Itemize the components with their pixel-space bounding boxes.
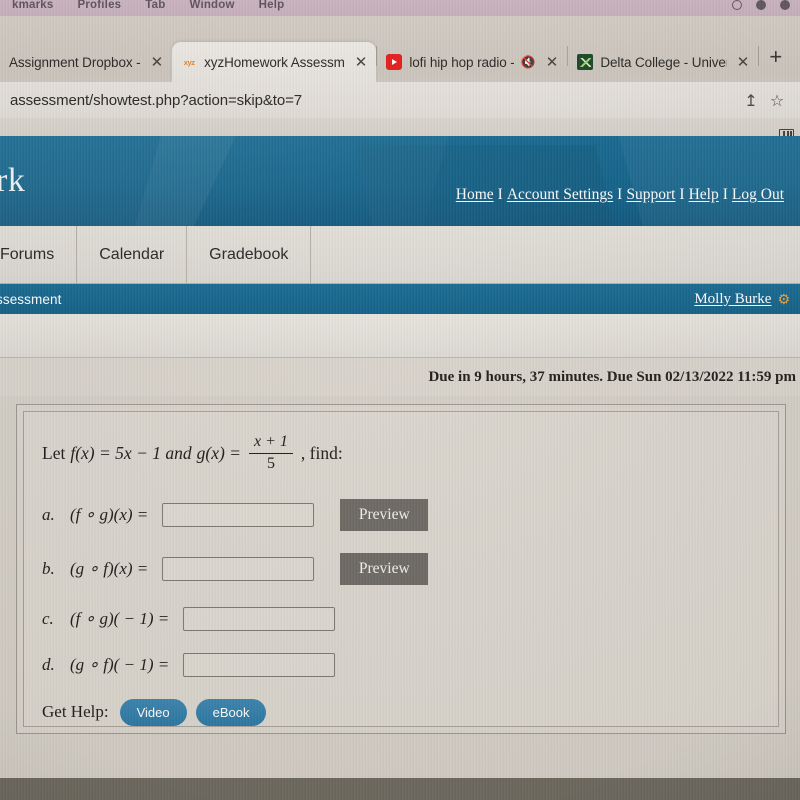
- answer-input-d[interactable]: [183, 652, 336, 677]
- address-bar[interactable]: assessment/showtest.php?action=skip&to=7: [10, 92, 302, 109]
- menu-item-window[interactable]: Window: [177, 0, 246, 11]
- page-bottom-strip: [0, 778, 800, 800]
- os-menu-bar: kmarks Profiles Tab Window Help: [0, 0, 800, 16]
- question-expression: (f ∘ g)(x) =: [70, 504, 149, 524]
- web-page: rk Home I Account Settings I Support I Help I Lo…: [0, 136, 800, 800]
- menu-item-bookmarks[interactable]: kmarks: [0, 0, 65, 11]
- gear-icon[interactable]: ⚙: [777, 292, 790, 308]
- problem-statement: Let f(x) = 5x − 1 and g(x) = x + 1 5 , f…: [42, 433, 760, 473]
- link-separator: I: [722, 186, 728, 203]
- preview-button-b[interactable]: Preview: [340, 552, 429, 585]
- site-header-banner: rk Home I Account Settings I Support I Help I Lo…: [0, 136, 800, 226]
- problem-card: Let f(x) = 5x − 1 and g(x) = x + 1 5 , f…: [16, 404, 786, 734]
- question-row-c: c. (f ∘ g)( − 1) =: [42, 606, 760, 631]
- close-icon[interactable]: ✕: [543, 54, 559, 70]
- answer-input-b[interactable]: [162, 556, 315, 581]
- close-icon[interactable]: ✕: [148, 54, 164, 70]
- bookmark-star-icon[interactable]: ☆: [764, 91, 790, 110]
- answer-input-c[interactable]: [183, 606, 336, 631]
- link-separator: I: [679, 186, 685, 203]
- get-help-ebook-button[interactable]: eBook: [195, 698, 267, 726]
- tab-title: Delta College - Univers: [600, 54, 727, 70]
- browser-tab-lofi-radio[interactable]: lofi hip hop radio - 🔇 ✕: [377, 42, 567, 82]
- user-name-label: Molly Burke: [694, 290, 772, 307]
- nav-tabs-filler: [311, 226, 800, 283]
- new-tab-button[interactable]: +: [759, 44, 792, 76]
- breadcrumb[interactable]: ssessment: [0, 292, 61, 307]
- fraction-numerator: x + 1: [253, 433, 288, 450]
- preview-button-a[interactable]: Preview: [340, 498, 429, 531]
- header-link-help[interactable]: Help: [689, 186, 719, 203]
- close-icon[interactable]: ✕: [352, 54, 368, 70]
- browser-tab-assignment-dropbox[interactable]: Assignment Dropbox - ✕: [0, 42, 172, 82]
- header-link-log-out[interactable]: Log Out: [732, 186, 784, 203]
- site-header-links: Home I Account Settings I Support I Help I Log O…: [456, 186, 784, 204]
- question-label: c.: [42, 608, 54, 628]
- fraction-denominator: 5: [266, 455, 275, 473]
- menu-item-help[interactable]: Help: [247, 0, 297, 11]
- breadcrumb-bar: ssessment Molly Burke ⚙: [0, 284, 800, 314]
- tab-title: xyzHomework Assessm: [204, 54, 345, 70]
- statement-suffix: , find:: [300, 442, 343, 463]
- mute-icon[interactable]: 🔇: [521, 55, 536, 69]
- question-label: b.: [42, 558, 55, 578]
- tab-title: Assignment Dropbox -: [9, 54, 141, 70]
- question-label: d.: [42, 654, 55, 674]
- nav-tab-gradebook[interactable]: Gradebook: [187, 226, 312, 283]
- get-help-video-button[interactable]: Video: [119, 698, 187, 726]
- nav-tab-forums[interactable]: Forums: [0, 226, 78, 283]
- fraction-bar: [248, 452, 293, 455]
- menu-bar-status-icons: [732, 0, 800, 10]
- browser-tab-strip: Assignment Dropbox - ✕ xyz xyzHomework A…: [0, 38, 800, 82]
- question-row-d: d. (g ∘ f)( − 1) =: [42, 652, 760, 677]
- browser-tab-delta-college[interactable]: Delta College - Univers ✕: [568, 42, 758, 82]
- header-link-account-settings[interactable]: Account Settings: [507, 186, 613, 203]
- question-label: a.: [42, 504, 55, 524]
- nav-tab-calendar[interactable]: Calendar: [77, 226, 188, 283]
- question-row-b: b. (g ∘ f)(x) = Preview: [42, 552, 760, 585]
- due-date-text: Due in 9 hours, 37 minutes. Due Sun 02/1…: [0, 358, 800, 396]
- question-expression: (g ∘ f)(x) =: [70, 558, 149, 578]
- menu-item-tab[interactable]: Tab: [133, 0, 177, 11]
- site-logo[interactable]: rk: [0, 162, 25, 200]
- header-link-support[interactable]: Support: [626, 186, 675, 203]
- header-link-home[interactable]: Home: [456, 186, 494, 203]
- tab-title: lofi hip hop radio -: [409, 54, 514, 70]
- browser-toolbar: assessment/showtest.php?action=skip&to=7…: [0, 82, 800, 118]
- share-icon[interactable]: ↥: [738, 91, 764, 110]
- close-icon[interactable]: ✕: [734, 54, 750, 70]
- browser-chrome: Assignment Dropbox - ✕ xyz xyzHomework A…: [0, 16, 800, 152]
- question-row-a: a. (f ∘ g)(x) = Preview: [42, 498, 760, 531]
- content-sub-strip: [0, 314, 800, 358]
- question-expression: (g ∘ f)( − 1) =: [70, 654, 170, 674]
- browser-tab-xyzhomework[interactable]: xyz xyzHomework Assessm ✕: [172, 42, 377, 82]
- battery-icon[interactable]: [780, 0, 790, 10]
- statement-f-definition: f(x) = 5x − 1 and: [70, 442, 192, 463]
- youtube-icon: [386, 54, 403, 70]
- menu-item-profiles[interactable]: Profiles: [65, 0, 133, 11]
- delta-college-icon: [577, 54, 594, 70]
- get-help-row: Get Help: Video eBook: [42, 698, 760, 726]
- user-menu[interactable]: Molly Burke ⚙: [694, 291, 790, 308]
- problem-card-inner: Let f(x) = 5x − 1 and g(x) = x + 1 5 , f…: [23, 411, 779, 727]
- xyz-icon: xyz: [183, 57, 195, 67]
- statement-g-label: g(x) =: [196, 442, 241, 463]
- clock-icon[interactable]: [732, 0, 742, 10]
- moon-icon[interactable]: [756, 0, 766, 10]
- question-expression: (f ∘ g)( − 1) =: [70, 608, 170, 628]
- statement-prefix: Let: [42, 442, 66, 463]
- answer-input-a[interactable]: [162, 502, 315, 527]
- fraction: x + 1 5: [248, 433, 293, 473]
- link-separator: I: [617, 186, 623, 203]
- get-help-label: Get Help:: [42, 702, 109, 722]
- link-separator: I: [497, 186, 503, 203]
- site-nav-tabs: Forums Calendar Gradebook: [0, 226, 800, 284]
